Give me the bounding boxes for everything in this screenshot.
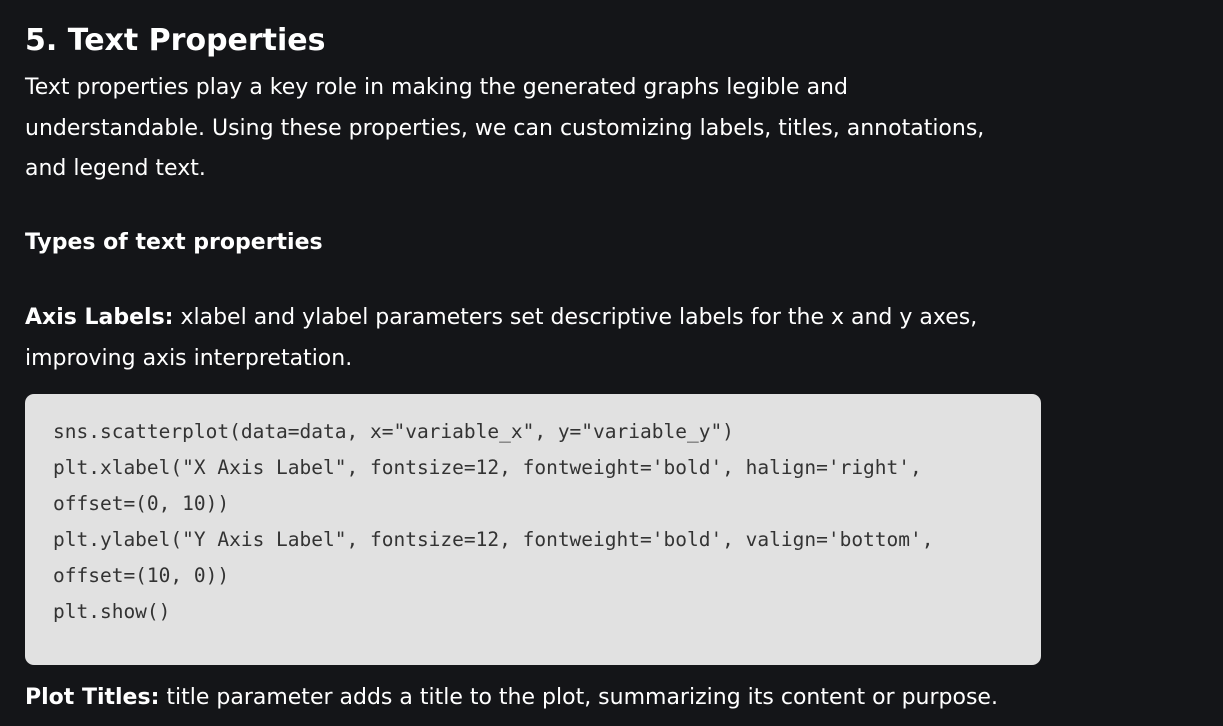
axis-labels-paragraph: Axis Labels: xlabel and ylabel parameter… bbox=[25, 298, 1025, 379]
axis-labels-term: Axis Labels: bbox=[25, 305, 174, 330]
types-subheading: Types of text properties bbox=[25, 230, 323, 255]
section-heading: 5. Text Properties bbox=[25, 23, 326, 58]
code-line: offset=(0, 10)) bbox=[53, 492, 230, 515]
code-line: sns.scatterplot(data=data, x="variable_x… bbox=[53, 420, 734, 443]
code-line: plt.show() bbox=[53, 600, 171, 623]
code-line: plt.xlabel("X Axis Label", fontsize=12, … bbox=[53, 456, 922, 479]
code-block[interactable]: sns.scatterplot(data=data, x="variable_x… bbox=[25, 394, 1041, 665]
intro-paragraph: Text properties play a key role in makin… bbox=[25, 75, 985, 181]
plot-titles-paragraph: Plot Titles: title parameter adds a titl… bbox=[25, 678, 1025, 719]
plot-titles-description: title parameter adds a title to the plot… bbox=[159, 685, 998, 710]
code-line: plt.ylabel("Y Axis Label", fontsize=12, … bbox=[53, 528, 934, 551]
code-line: offset=(10, 0)) bbox=[53, 564, 230, 587]
plot-titles-term: Plot Titles: bbox=[25, 685, 160, 710]
